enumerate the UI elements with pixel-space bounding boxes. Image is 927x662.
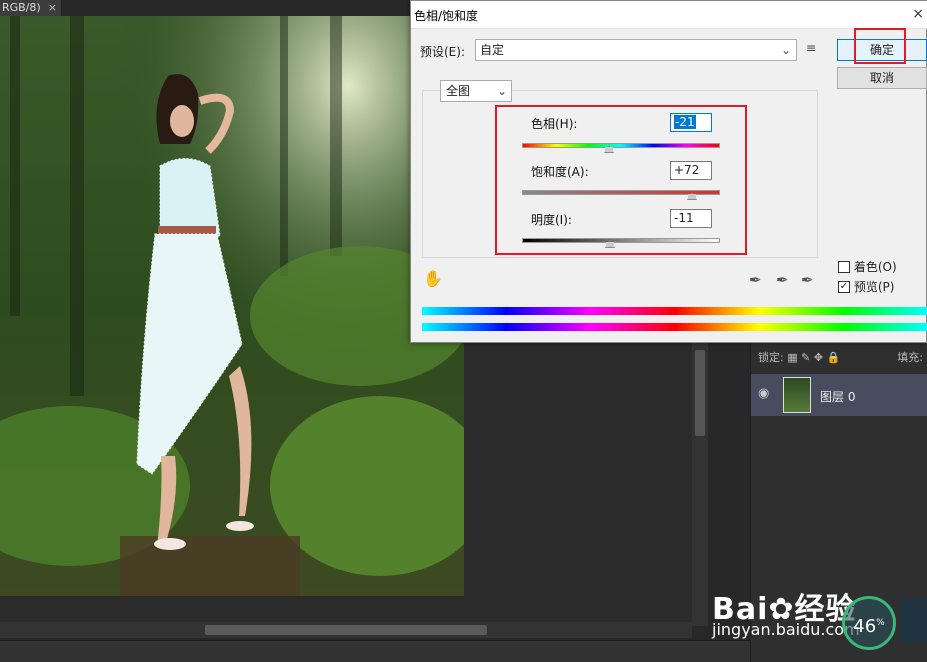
output-spectrum-bar — [422, 323, 927, 331]
preset-select[interactable]: 自定 ⌄ — [475, 39, 797, 61]
hue-input-value: -21 — [674, 115, 696, 129]
lock-pixels-icon[interactable]: ▦ — [787, 351, 797, 364]
eyedropper-icon[interactable]: ✒ — [749, 271, 762, 289]
ok-highlight-box — [854, 28, 906, 64]
saturation-slider-thumb[interactable] — [687, 192, 698, 200]
lightness-input[interactable]: -11 — [670, 209, 712, 228]
progress-unit: % — [876, 618, 885, 628]
eyedropper-plus-icon[interactable]: ✒ — [776, 271, 789, 289]
fill-label: 填充: — [897, 351, 923, 364]
hand-adjust-icon[interactable]: ✋ — [423, 269, 443, 288]
network-indicator — [900, 598, 927, 642]
document-tab-label: RGB/8) — [2, 1, 41, 14]
lock-label: 锁定: — [758, 351, 784, 364]
channel-select[interactable]: 全图 ⌄ — [440, 80, 512, 102]
chevron-down-icon: ⌄ — [496, 84, 507, 98]
hue-slider-thumb[interactable] — [604, 145, 615, 153]
lightness-slider-track[interactable] — [522, 238, 720, 243]
brush-icon[interactable]: ✎ — [801, 351, 810, 364]
dialog-title: 色相/饱和度 — [414, 9, 479, 23]
lock-row: 锁定: ▦ ✎ ✥ 🔒 填充: — [750, 346, 927, 370]
preset-value: 自定 — [480, 43, 505, 57]
hue-input[interactable]: -21 — [670, 113, 712, 132]
close-icon[interactable]: × — [912, 6, 924, 22]
preset-label: 预设(E): — [420, 45, 465, 59]
saturation-input[interactable]: +72 — [670, 161, 712, 180]
lightness-label: 明度(I): — [531, 213, 572, 227]
preview-label: 预览(P) — [853, 280, 895, 294]
preview-check-icon[interactable]: ✓ — [838, 280, 850, 293]
vertical-scroll-thumb[interactable] — [695, 350, 705, 436]
progress-value: 46 — [853, 616, 877, 637]
hue-label: 色相(H): — [531, 117, 578, 131]
progress-badge: 46% — [842, 596, 896, 650]
cancel-button[interactable]: 取消 — [837, 67, 927, 89]
colorize-checkbox-box[interactable] — [838, 260, 850, 273]
colorize-checkbox[interactable]: 着色(O) — [838, 258, 897, 275]
watermark-url: jingyan.baidu.com — [712, 620, 860, 639]
channel-value: 全图 — [446, 84, 471, 98]
saturation-label: 饱和度(A): — [531, 165, 589, 179]
layer-name[interactable]: 图层 0 — [820, 388, 855, 405]
preview-checkbox[interactable]: ✓ 预览(P) — [838, 278, 894, 295]
close-icon[interactable]: × — [48, 0, 57, 16]
colorize-label: 着色(O) — [853, 260, 897, 274]
canvas-photo[interactable] — [0, 16, 464, 596]
input-spectrum-bar — [422, 307, 927, 315]
chevron-down-icon: ⌄ — [780, 43, 791, 57]
hue-saturation-dialog: 色相/饱和度 × 预设(E): 自定 ⌄ ≡ 确定 取消 全图 ⌄ 色相(H):… — [410, 0, 927, 343]
horizontal-scroll-thumb[interactable] — [205, 625, 487, 635]
hue-slider-track[interactable] — [522, 143, 720, 148]
eye-icon[interactable]: ◉ — [758, 386, 769, 401]
lightness-slider-thumb[interactable] — [605, 240, 616, 248]
lock-icon[interactable]: 🔒 — [827, 351, 841, 364]
dialog-titlebar[interactable]: 色相/饱和度 × — [411, 1, 927, 29]
eyedropper-minus-icon[interactable]: ✒ — [801, 271, 814, 289]
preset-options-icon[interactable]: ≡ — [806, 41, 822, 57]
move-icon[interactable]: ✥ — [814, 351, 823, 364]
layer-thumbnail — [783, 377, 811, 413]
document-tab[interactable]: RGB/8) × — [0, 0, 62, 16]
